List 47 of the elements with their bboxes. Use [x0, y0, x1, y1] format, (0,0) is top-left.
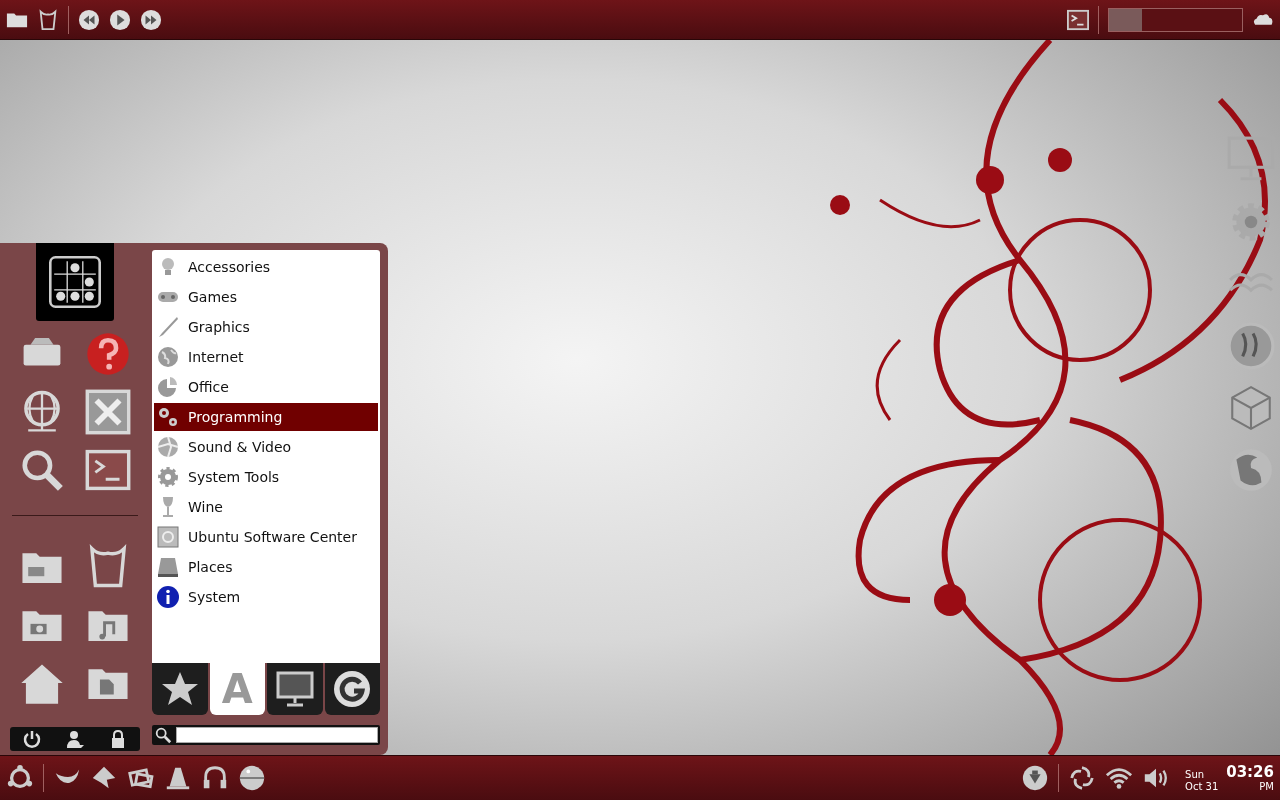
terminal-icon[interactable]	[85, 447, 131, 493]
power-icon[interactable]	[21, 729, 42, 749]
category-item[interactable]: System	[154, 583, 378, 611]
clock-time: 03:26	[1226, 763, 1274, 781]
clock-period: PM	[1259, 780, 1274, 793]
category-item[interactable]: Internet	[154, 343, 378, 371]
info-icon	[156, 585, 180, 609]
tab[interactable]	[324, 663, 380, 715]
drive-icon	[156, 555, 180, 579]
switch-user-icon[interactable]	[65, 729, 85, 749]
rewind-icon[interactable]	[78, 8, 100, 31]
category-item[interactable]: Graphics	[154, 313, 378, 341]
category-item[interactable]: Sound & Video	[154, 433, 378, 461]
gear-icon	[156, 465, 180, 489]
download-icon[interactable]	[1021, 764, 1050, 792]
category-item[interactable]: Places	[154, 553, 378, 581]
disc-icon[interactable]	[238, 764, 266, 792]
trash-icon[interactable]	[37, 8, 59, 31]
category-item[interactable]: Wine	[154, 493, 378, 521]
tools-icon[interactable]	[85, 389, 131, 435]
brush-icon	[156, 315, 180, 339]
search-icon[interactable]	[19, 447, 65, 493]
swirl-icon[interactable]	[1068, 764, 1097, 792]
clock-date: Oct 31	[1185, 780, 1219, 793]
globe-icon	[156, 345, 180, 369]
tab[interactable]	[152, 663, 208, 715]
monitor-icon	[274, 669, 315, 709]
category-item[interactable]: Ubuntu Software Center	[154, 523, 378, 551]
play-icon[interactable]	[109, 8, 131, 31]
terminal-icon[interactable]	[1067, 8, 1089, 31]
category-item[interactable]: Games	[154, 283, 378, 311]
category-item[interactable]: Accessories	[154, 253, 378, 281]
category-item[interactable]: Office	[154, 373, 378, 401]
search-icon	[154, 726, 172, 744]
help-icon[interactable]	[85, 331, 131, 377]
category-item[interactable]: System Tools	[154, 463, 378, 491]
aperture-icon	[156, 435, 180, 459]
clock-day: Sun	[1185, 768, 1219, 781]
tab[interactable]	[267, 663, 323, 715]
search-field[interactable]	[152, 725, 380, 745]
software-center-icon	[156, 525, 180, 549]
pie-chart-icon	[156, 375, 180, 399]
fast-forward-icon[interactable]	[140, 8, 162, 31]
refresh-icon	[332, 669, 373, 709]
category-item[interactable]: Programming	[154, 403, 378, 431]
gears-icon	[156, 405, 180, 429]
grid-logo-icon[interactable]	[36, 243, 114, 321]
